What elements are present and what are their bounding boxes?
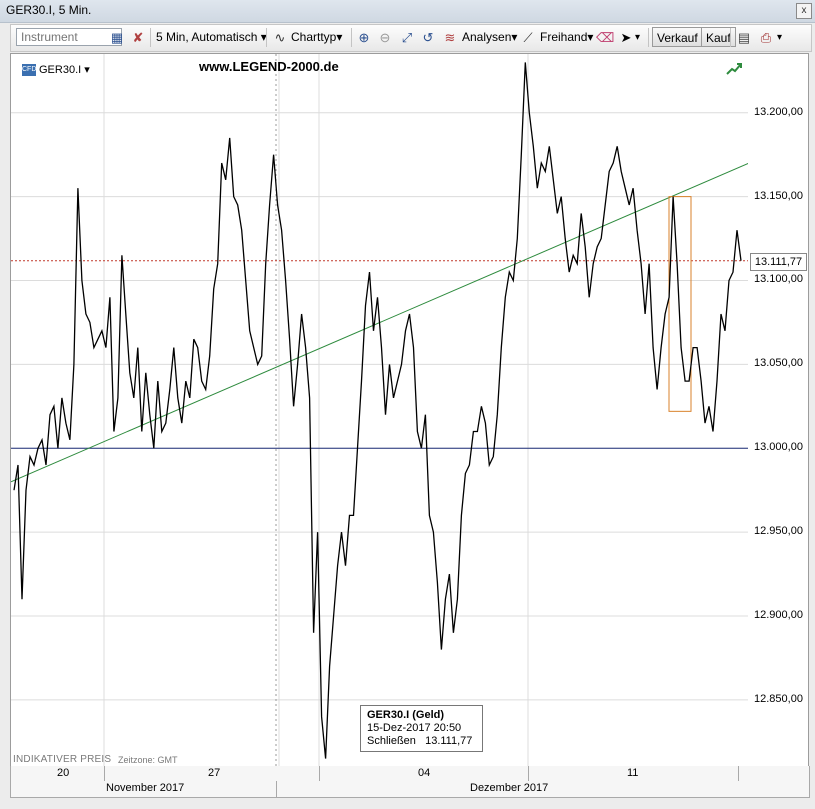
symbol-selector[interactable]: CFD GER30.I ▾ <box>22 63 90 77</box>
instrument-list-icon[interactable]: ▦ <box>108 28 126 47</box>
freehand-line-icon[interactable]: ⟋ <box>519 28 537 47</box>
y-tick-label: 13.150,00 <box>754 189 803 202</box>
tooltip-close-value: 13.111,77 <box>425 735 473 747</box>
price-chart[interactable] <box>11 54 749 767</box>
month-label: November 2017 <box>106 782 185 794</box>
price-axis[interactable]: 13.200,00 13.150,00 13.100,00 13.050,00 13.0… <box>748 53 809 768</box>
price-tooltip: GER30.I (Geld) 15-Dez-2017 20:50 Schließ… <box>360 705 483 752</box>
watermark-text: www.LEGEND-2000.de <box>199 59 339 74</box>
analysen-label: Analysen <box>462 30 512 44</box>
close-button[interactable]: x <box>796 3 812 19</box>
eraser-icon[interactable]: ⌫ <box>596 28 614 47</box>
x-axis-separator <box>528 766 529 781</box>
x-tick-label: 11 <box>627 767 639 779</box>
analysis-icon[interactable]: ≋ <box>441 28 459 47</box>
charttype-dropdown[interactable]: Charttyp▾ <box>291 29 342 46</box>
price-series-line <box>13 62 742 759</box>
freihand-dropdown[interactable]: Freihand▾ <box>540 29 593 46</box>
title-bar: GER30.I, 5 Min. x <box>0 0 815 23</box>
freihand-label: Freihand <box>540 30 588 44</box>
chevron-down-icon: ▾ <box>336 30 343 44</box>
cursor-icon[interactable]: ➤ <box>617 28 635 47</box>
trend-up-icon <box>726 63 742 75</box>
toolbar: ▦ ✘ 5 Min, Automatisch ▾ ∿ Charttyp▾ ⊕ ⊖… <box>10 24 812 52</box>
y-tick-label: 13.100,00 <box>754 273 803 286</box>
toolbar-separator <box>266 28 267 47</box>
refresh-icon[interactable]: ↺ <box>419 28 437 47</box>
symbol-label: GER30.I <box>39 64 82 76</box>
chart-settings-icon[interactable]: ▤ <box>735 28 753 47</box>
window-title: GER30.I, 5 Min. <box>6 3 92 17</box>
indicator-icon[interactable]: ✘ <box>129 28 147 47</box>
toolbar-separator <box>648 28 649 47</box>
date-axis[interactable]: 20 27 04 11 <box>10 766 810 782</box>
month-axis: November 2017 Dezember 2017 <box>10 781 810 798</box>
chart-window: GER30.I, 5 Min. x ▦ ✘ 5 Min, Automatisch… <box>0 0 815 809</box>
chevron-down-icon: ▾ <box>587 30 594 44</box>
y-tick-label: 13.050,00 <box>754 357 803 370</box>
interval-label: 5 Min, Automatisch <box>156 30 258 44</box>
x-axis-separator <box>319 766 320 781</box>
interval-dropdown[interactable]: 5 Min, Automatisch ▾ <box>156 29 267 46</box>
y-tick-label: 12.850,00 <box>754 692 803 705</box>
x-tick-label: 20 <box>57 767 70 779</box>
verkauf-button[interactable]: Verkauf <box>652 27 703 47</box>
x-tick-label: 27 <box>208 767 221 779</box>
fit-icon[interactable]: ⤢ <box>398 28 416 47</box>
instrument-input[interactable] <box>16 28 122 46</box>
chart-area[interactable]: CFD GER30.I ▾ www.LEGEND-2000.de INDIKATI… <box>10 53 750 768</box>
tooltip-close-row: Schließen 13.111,77 <box>367 735 482 748</box>
y-tick-label: 12.950,00 <box>754 525 803 538</box>
y-tick-label: 13.200,00 <box>754 105 803 118</box>
tooltip-close-label: Schließen <box>367 735 416 747</box>
toolbar-separator <box>730 28 731 47</box>
tooltip-title: GER30.I (Geld) <box>367 709 445 721</box>
timezone-label: Zeitzone: GMT <box>118 755 178 765</box>
y-tick-label: 12.900,00 <box>754 609 803 621</box>
indicative-price-label: INDIKATIVER PREIS <box>13 754 112 765</box>
current-price-tag: 13.111,77 <box>750 253 807 271</box>
chevron-down-icon: ▾ <box>511 30 518 44</box>
x-tick-label: 04 <box>418 767 431 779</box>
toolbar-separator <box>351 28 352 47</box>
chevron-down-icon: ▾ <box>84 64 90 76</box>
x-axis-separator <box>738 766 739 781</box>
cfd-icon: CFD <box>22 64 36 77</box>
zoom-in-icon[interactable]: ⊕ <box>355 28 373 47</box>
x-axis-separator <box>104 766 105 781</box>
y-tick-label: 13.000,00 <box>754 441 803 454</box>
month-separator <box>276 781 277 797</box>
zoom-out-icon[interactable]: ⊖ <box>376 28 394 47</box>
print-icon[interactable]: ⎙ <box>757 28 775 47</box>
chevron-down-icon[interactable]: ▾ <box>635 29 640 46</box>
charttype-label: Charttyp <box>291 30 337 44</box>
analysen-dropdown[interactable]: Analysen▾ <box>462 29 517 46</box>
tooltip-datetime: 15-Dez-2017 20:50 <box>367 722 462 734</box>
chevron-down-icon[interactable]: ▾ <box>777 29 782 46</box>
line-chart-icon[interactable]: ∿ <box>271 28 289 47</box>
month-label: Dezember 2017 <box>470 782 549 794</box>
toolbar-separator <box>150 28 151 47</box>
